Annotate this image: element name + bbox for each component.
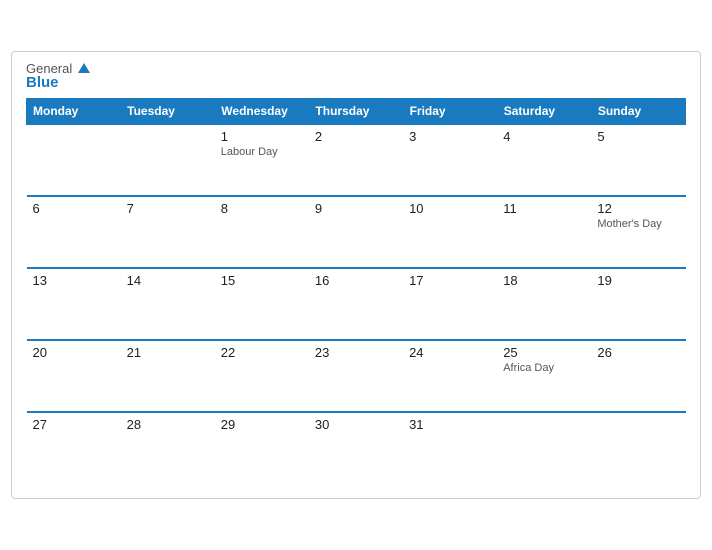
- day-number: 24: [409, 345, 491, 360]
- day-cell: 9: [309, 196, 403, 268]
- day-cell: 11: [497, 196, 591, 268]
- day-event: Mother's Day: [597, 218, 679, 230]
- day-number: 28: [127, 417, 209, 432]
- day-cell: 28: [121, 412, 215, 484]
- day-cell: 22: [215, 340, 309, 412]
- day-number: 3: [409, 129, 491, 144]
- calendar-container: General Blue Monday Tuesday Wednesday Th…: [11, 51, 701, 499]
- day-cell: 20: [27, 340, 121, 412]
- day-cell: 17: [403, 268, 497, 340]
- day-cell: 4: [497, 124, 591, 196]
- day-cell: 6: [27, 196, 121, 268]
- header-wednesday: Wednesday: [215, 99, 309, 125]
- day-cell: 2: [309, 124, 403, 196]
- day-number: 9: [315, 201, 397, 216]
- day-cell: [27, 124, 121, 196]
- day-cell: 13: [27, 268, 121, 340]
- day-cell: 12 Mother's Day: [591, 196, 685, 268]
- week-row-3: 20 21 22 23 24 25 Africa Day 26: [27, 340, 686, 412]
- day-number: 21: [127, 345, 209, 360]
- week-row-1: 6789 10 11 12 Mother's Day: [27, 196, 686, 268]
- day-cell: 31: [403, 412, 497, 484]
- day-number: 12: [597, 201, 679, 216]
- day-cell: 18: [497, 268, 591, 340]
- day-number: 17: [409, 273, 491, 288]
- day-event: Labour Day: [221, 146, 303, 158]
- logo-triangle-icon: [78, 63, 90, 73]
- header-friday: Friday: [403, 99, 497, 125]
- day-cell: 25 Africa Day: [497, 340, 591, 412]
- day-number: 22: [221, 345, 303, 360]
- day-number: 20: [33, 345, 115, 360]
- day-number: 8: [221, 201, 303, 216]
- week-row-2: 13 14 15 16 17 18 19: [27, 268, 686, 340]
- day-event: Africa Day: [503, 362, 585, 374]
- day-cell: 19: [591, 268, 685, 340]
- day-cell: 15: [215, 268, 309, 340]
- day-cell: 1 Labour Day: [215, 124, 309, 196]
- logo: General Blue: [26, 62, 90, 90]
- calendar-header: General Blue: [26, 62, 686, 90]
- header-monday: Monday: [27, 99, 121, 125]
- day-number: 25: [503, 345, 585, 360]
- day-cell: 29: [215, 412, 309, 484]
- day-number: 7: [127, 201, 209, 216]
- day-number: 29: [221, 417, 303, 432]
- day-number: 6: [33, 201, 115, 216]
- week-row-0: 1 Labour Day 2345: [27, 124, 686, 196]
- header-tuesday: Tuesday: [121, 99, 215, 125]
- day-number: 15: [221, 273, 303, 288]
- header-sunday: Sunday: [591, 99, 685, 125]
- day-cell: 14: [121, 268, 215, 340]
- day-cell: 24: [403, 340, 497, 412]
- day-cell: 26: [591, 340, 685, 412]
- day-cell: 23: [309, 340, 403, 412]
- header-saturday: Saturday: [497, 99, 591, 125]
- day-number: 18: [503, 273, 585, 288]
- day-number: 26: [597, 345, 679, 360]
- calendar-table: Monday Tuesday Wednesday Thursday Friday…: [26, 98, 686, 484]
- day-cell: 16: [309, 268, 403, 340]
- day-number: 13: [33, 273, 115, 288]
- day-number: 11: [503, 201, 585, 216]
- day-number: 27: [33, 417, 115, 432]
- day-number: 4: [503, 129, 585, 144]
- day-cell: [591, 412, 685, 484]
- logo-blue-text: Blue: [26, 75, 90, 90]
- day-cell: 10: [403, 196, 497, 268]
- weekday-header-row: Monday Tuesday Wednesday Thursday Friday…: [27, 99, 686, 125]
- day-number: 19: [597, 273, 679, 288]
- day-number: 5: [597, 129, 679, 144]
- day-cell: [121, 124, 215, 196]
- day-number: 2: [315, 129, 397, 144]
- week-row-4: 27 28 29 30 31: [27, 412, 686, 484]
- day-number: 1: [221, 129, 303, 144]
- day-cell: 21: [121, 340, 215, 412]
- header-thursday: Thursday: [309, 99, 403, 125]
- day-number: 30: [315, 417, 397, 432]
- day-cell: 30: [309, 412, 403, 484]
- day-number: 14: [127, 273, 209, 288]
- day-cell: 8: [215, 196, 309, 268]
- day-cell: 7: [121, 196, 215, 268]
- day-cell: 5: [591, 124, 685, 196]
- day-number: 23: [315, 345, 397, 360]
- day-cell: 27: [27, 412, 121, 484]
- day-number: 31: [409, 417, 491, 432]
- day-number: 10: [409, 201, 491, 216]
- day-number: 16: [315, 273, 397, 288]
- day-cell: [497, 412, 591, 484]
- day-cell: 3: [403, 124, 497, 196]
